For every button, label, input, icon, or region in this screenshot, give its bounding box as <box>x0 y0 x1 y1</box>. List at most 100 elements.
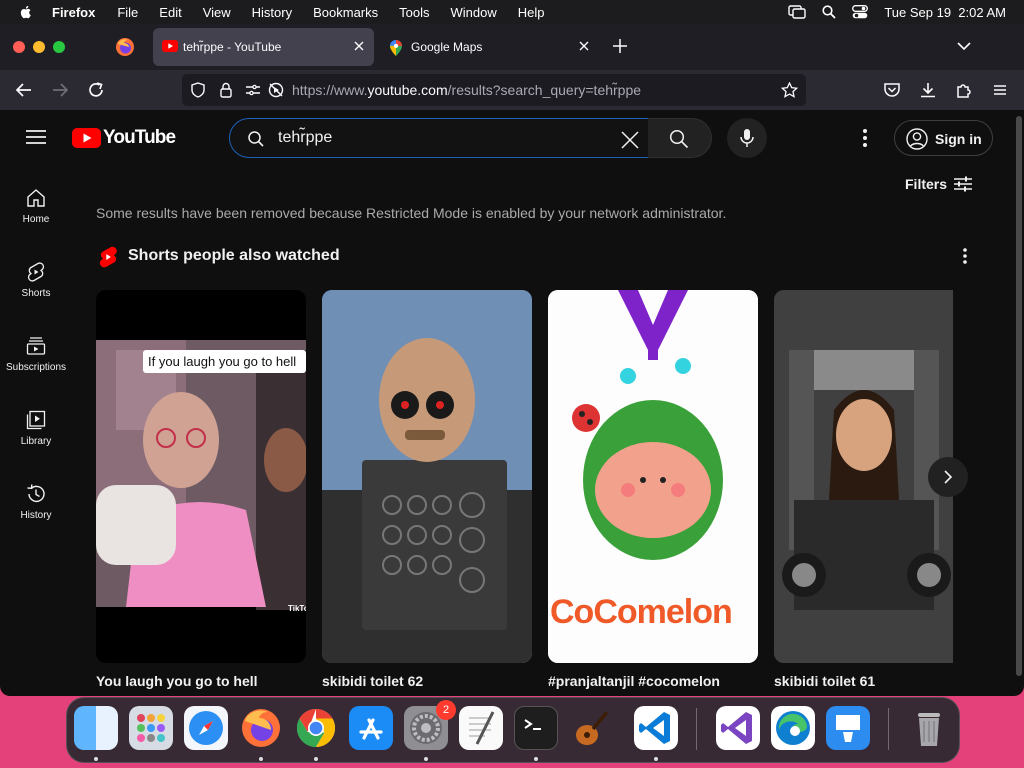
subscriptions-icon <box>26 337 46 355</box>
dock-safari-icon[interactable] <box>184 706 228 750</box>
dock-visual-studio-icon[interactable] <box>716 706 760 750</box>
short-title[interactable]: skibidi toilet 62 <box>322 673 423 689</box>
menu-bookmarks[interactable]: Bookmarks <box>313 5 378 20</box>
sign-in-button[interactable]: Sign in <box>894 120 993 156</box>
clear-search-x-icon[interactable] <box>620 130 640 150</box>
shelf-next-button[interactable] <box>928 457 968 497</box>
search-icon <box>248 131 264 147</box>
short-caption-overlay: If you laugh you go to hell <box>148 354 297 369</box>
guide-menu-hamburger-icon[interactable] <box>26 130 46 144</box>
dock-system-settings-icon[interactable]: 2 <box>404 700 456 750</box>
short-thumbnail-1[interactable]: If you laugh you go to hell TikTok <box>96 290 306 663</box>
guitar-icon <box>576 710 609 745</box>
search-button[interactable] <box>648 118 712 158</box>
back-arrow-icon[interactable] <box>15 81 33 99</box>
short-thumbnail-4[interactable] <box>774 290 953 663</box>
menu-help[interactable]: Help <box>518 5 545 20</box>
tab-youtube[interactable]: tehr̃ppe - YouTube <box>153 28 374 66</box>
visual-studio-logo-icon <box>721 712 752 744</box>
guide-item-shorts[interactable]: Shorts <box>0 262 72 299</box>
menu-window[interactable]: Window <box>451 5 497 20</box>
guide-label: Home <box>22 214 50 225</box>
app-store-a-icon <box>359 718 383 740</box>
bookmark-star-icon[interactable] <box>781 82 798 98</box>
screen-mirroring-icon[interactable] <box>788 5 807 19</box>
dock-terminal-icon[interactable] <box>514 706 558 750</box>
window-minimize-button[interactable] <box>33 41 45 53</box>
window-zoom-button[interactable] <box>53 41 65 53</box>
apple-menu-icon[interactable] <box>18 4 34 20</box>
voice-search-button[interactable] <box>727 118 767 158</box>
menu-view[interactable]: View <box>203 5 231 20</box>
app-menu-hamburger-icon[interactable] <box>991 81 1009 99</box>
dock-chrome-icon[interactable] <box>294 706 338 750</box>
firefox-pinned-tab-icon[interactable] <box>115 37 135 57</box>
short-thumbnail-image <box>322 290 532 663</box>
guide-item-history[interactable]: History <box>0 484 72 521</box>
short-thumbnail-3[interactable]: CoComelon <box>548 290 758 663</box>
cocomelon-wordmark: CoComelon <box>550 593 733 631</box>
dock-launchpad-icon[interactable] <box>129 706 173 750</box>
tab-google-maps[interactable]: Google Maps <box>381 28 599 66</box>
guide-item-subscriptions[interactable]: Subscriptions <box>0 336 72 373</box>
dock-app-store-icon[interactable] <box>349 706 393 750</box>
search-input[interactable]: tehr̃ppe <box>229 118 649 158</box>
shelf-more-vertical-icon[interactable] <box>962 247 968 265</box>
dock-vscode-icon[interactable] <box>634 706 678 750</box>
page-scrollbar[interactable] <box>1016 116 1022 676</box>
tracking-protection-shield-icon[interactable] <box>191 82 205 98</box>
youtube-play-logo-icon <box>72 128 101 148</box>
dock-finder-icon[interactable] <box>74 706 118 750</box>
dock-firefox-icon[interactable] <box>239 706 283 750</box>
permissions-icon[interactable] <box>245 82 261 98</box>
spotlight-search-icon[interactable] <box>822 5 836 19</box>
dock-textedit-icon[interactable] <box>459 706 503 750</box>
dock-edge-icon[interactable] <box>771 706 815 750</box>
menu-tools[interactable]: Tools <box>399 5 429 20</box>
url-text[interactable]: https://www.youtube.com/results?search_q… <box>292 82 641 98</box>
search-input-value: tehr̃ppe <box>278 129 333 146</box>
reload-icon[interactable] <box>87 81 105 99</box>
firefox-logo-icon <box>242 709 280 747</box>
short-title[interactable]: You laugh you go to hell <box>96 673 258 689</box>
window-close-button[interactable] <box>13 41 25 53</box>
dock-garageband-icon[interactable] <box>569 706 613 750</box>
extensions-puzzle-icon[interactable] <box>955 81 973 99</box>
dock-keynote-icon[interactable] <box>826 706 870 750</box>
control-center-icon[interactable] <box>852 5 869 19</box>
menu-file[interactable]: File <box>117 5 138 20</box>
downloads-icon[interactable] <box>919 81 937 99</box>
library-icon <box>26 410 46 430</box>
short-title[interactable]: skibidi toilet 61 <box>774 673 875 689</box>
new-tab-plus-icon[interactable] <box>612 38 628 54</box>
menubar-clock[interactable]: Tue Sep 19 2:02 AM <box>884 5 1006 20</box>
settings-more-vertical-icon[interactable] <box>862 128 868 148</box>
url-bar[interactable]: https://www.youtube.com/results?search_q… <box>182 74 806 106</box>
dock-trash-icon[interactable] <box>907 706 951 750</box>
filters-button[interactable]: Filters <box>905 176 947 192</box>
youtube-logo[interactable]: YouTube <box>72 127 176 149</box>
pocket-icon[interactable] <box>883 81 901 99</box>
dock-separator <box>696 708 697 750</box>
short-title[interactable]: #pranjaltanjil #cocomelon <box>548 673 720 689</box>
guide-item-library[interactable]: Library <box>0 410 72 447</box>
tab-close-icon[interactable] <box>577 39 591 53</box>
shorts-icon <box>27 262 45 282</box>
tab-list-chevron-down-icon[interactable] <box>956 40 972 52</box>
menu-app-name[interactable]: Firefox <box>52 5 95 20</box>
lock-icon[interactable] <box>220 82 232 98</box>
launchpad-grid-icon <box>137 714 165 742</box>
menu-edit[interactable]: Edit <box>159 5 181 20</box>
forward-arrow-icon[interactable] <box>51 81 69 99</box>
short-thumbnail-2[interactable] <box>322 290 532 663</box>
guide-item-home[interactable]: Home <box>0 188 72 225</box>
tab-close-icon[interactable] <box>352 39 366 53</box>
account-circle-icon <box>906 128 928 150</box>
autoplay-blocked-icon[interactable] <box>268 82 284 98</box>
shorts-shelf-title: Shorts people also watched <box>128 247 340 264</box>
history-icon <box>27 484 45 503</box>
youtube-favicon-icon <box>162 40 178 52</box>
dock-running-indicator <box>259 757 263 761</box>
menu-history[interactable]: History <box>252 5 292 20</box>
filters-sliders-icon[interactable] <box>954 176 972 192</box>
